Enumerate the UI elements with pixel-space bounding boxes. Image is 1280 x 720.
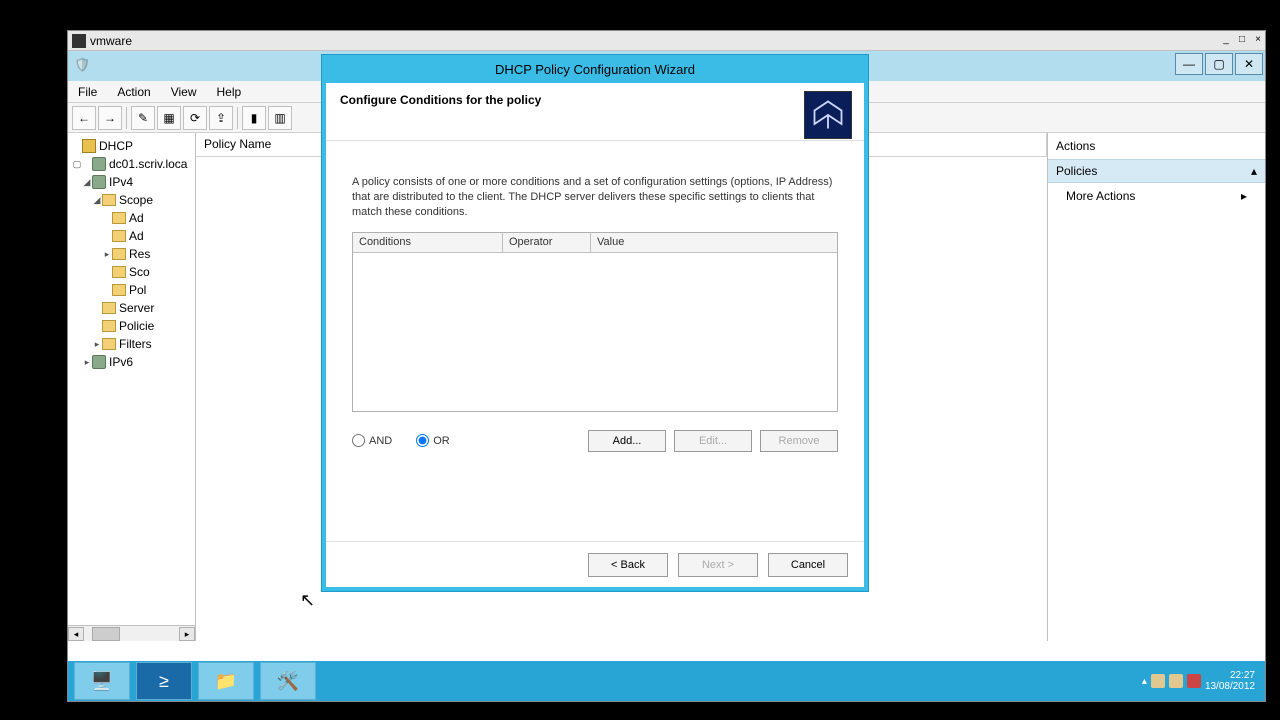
conditions-table: Conditions Operator Value: [352, 232, 838, 412]
vmware-close-icon[interactable]: ×: [1251, 34, 1265, 48]
collapse-icon[interactable]: ▴: [1251, 164, 1257, 178]
folder-icon: [112, 266, 126, 278]
vmware-icon: [72, 34, 86, 48]
vmware-titlebar: vmware _ □ ×: [68, 31, 1265, 51]
folder-icon: [102, 302, 116, 314]
col-policy-name[interactable]: Policy Name: [196, 133, 326, 156]
menu-action[interactable]: Action: [107, 85, 160, 99]
tree-server-options[interactable]: Server: [119, 301, 154, 315]
vmware-title: vmware: [90, 34, 132, 48]
toolbar-back-icon[interactable]: ←: [72, 106, 96, 130]
wizard-heading: Configure Conditions for the policy: [340, 93, 541, 107]
toolbar-export-icon[interactable]: ⇪: [209, 106, 233, 130]
taskbar-explorer-icon[interactable]: 📁: [198, 662, 254, 700]
radio-or[interactable]: OR: [416, 434, 450, 447]
system-tray: ▴ 22:27 13/08/2012: [1142, 670, 1265, 692]
tree-policies[interactable]: Policie: [119, 319, 154, 333]
folder-icon: [112, 212, 126, 224]
remove-button: Remove: [760, 430, 838, 452]
menu-help[interactable]: Help: [207, 85, 252, 99]
actions-pane: Actions Policies ▴ More Actions ▸: [1047, 133, 1265, 641]
wizard-header: Configure Conditions for the policy: [326, 83, 864, 141]
tree-ipv6[interactable]: IPv6: [109, 355, 133, 369]
toolbar-view-icon[interactable]: ▦: [157, 106, 181, 130]
tree-item[interactable]: Ad: [129, 229, 144, 243]
expand-icon[interactable]: ▸: [82, 357, 92, 368]
tree-item[interactable]: Pol: [129, 283, 146, 297]
vmware-min-icon[interactable]: _: [1219, 34, 1233, 48]
actions-more[interactable]: More Actions ▸: [1048, 183, 1265, 209]
ipv6-icon: [92, 355, 106, 369]
toolbar-refresh-icon[interactable]: ⟳: [183, 106, 207, 130]
tree-scope[interactable]: Scope: [119, 193, 153, 207]
tray-icon[interactable]: [1169, 674, 1183, 688]
col-conditions[interactable]: Conditions: [353, 233, 503, 252]
menu-file[interactable]: File: [68, 85, 107, 99]
actions-section[interactable]: Policies ▴: [1048, 159, 1265, 183]
taskbar-server-manager-icon[interactable]: 🖥️: [74, 662, 130, 700]
tree-item[interactable]: Ad: [129, 211, 144, 225]
toolbar-list-icon[interactable]: ▥: [268, 106, 292, 130]
radio-and[interactable]: AND: [352, 434, 392, 447]
toolbar-help-icon[interactable]: ▮: [242, 106, 266, 130]
close-button[interactable]: ✕: [1235, 53, 1263, 75]
folder-icon: [102, 194, 116, 206]
expand-icon[interactable]: ▸: [92, 339, 102, 350]
ipv4-icon: [92, 175, 106, 189]
tree-filters[interactable]: Filters: [119, 337, 152, 351]
tree-item[interactable]: Res: [129, 247, 150, 261]
tree-ipv4[interactable]: IPv4: [109, 175, 133, 189]
taskbar-powershell-icon[interactable]: ≥: [136, 662, 192, 700]
tray-icon[interactable]: [1187, 674, 1201, 688]
tree-item[interactable]: Sco: [129, 265, 150, 279]
back-button[interactable]: < Back: [588, 553, 668, 577]
maximize-button[interactable]: ▢: [1205, 53, 1233, 75]
toolbar-edit-icon[interactable]: ✎: [131, 106, 155, 130]
menu-view[interactable]: View: [161, 85, 207, 99]
taskbar-clock[interactable]: 22:27 13/08/2012: [1205, 670, 1255, 692]
col-operator[interactable]: Operator: [503, 233, 591, 252]
tray-show-hidden-icon[interactable]: ▴: [1142, 676, 1147, 687]
tray-icon[interactable]: [1151, 674, 1165, 688]
tree-scrollbar[interactable]: ◂ ▸: [68, 625, 195, 641]
expand-icon[interactable]: ▸: [102, 249, 112, 260]
server-icon: [92, 157, 106, 171]
dhcp-app-icon: 🛡️: [74, 57, 92, 75]
tree-root[interactable]: DHCP: [99, 139, 133, 153]
edit-button: Edit...: [674, 430, 752, 452]
taskbar: 🖥️ ≥ 📁 🛠️ ▴ 22:27 13/08/2012: [68, 661, 1265, 701]
wizard-header-icon: [804, 91, 852, 139]
chevron-right-icon: ▸: [1241, 189, 1247, 203]
expand-icon[interactable]: ▢: [72, 159, 82, 170]
folder-icon: [112, 248, 126, 260]
vmware-max-icon[interactable]: □: [1235, 34, 1249, 48]
tree-pane: DHCP ▢ dc01.scriv.loca ◢ IPv4 ◢ Scope Ad Ad…: [68, 133, 196, 641]
wizard-title: DHCP Policy Configuration Wizard: [322, 55, 868, 83]
expand-icon[interactable]: ◢: [92, 195, 102, 206]
taskbar-dhcp-icon[interactable]: 🛠️: [260, 662, 316, 700]
cancel-button[interactable]: Cancel: [768, 553, 848, 577]
folder-icon: [102, 320, 116, 332]
folder-icon: [112, 230, 126, 242]
scroll-left-icon[interactable]: ◂: [68, 627, 84, 641]
dhcp-root-icon: [82, 139, 96, 153]
tree-server[interactable]: dc01.scriv.loca: [109, 157, 187, 171]
col-value[interactable]: Value: [591, 233, 837, 252]
next-button: Next >: [678, 553, 758, 577]
actions-title: Actions: [1048, 133, 1265, 159]
scroll-thumb[interactable]: [92, 627, 120, 641]
add-button[interactable]: Add...: [588, 430, 666, 452]
wizard-dialog: DHCP Policy Configuration Wizard Configu…: [322, 55, 868, 591]
folder-icon: [102, 338, 116, 350]
expand-icon[interactable]: ◢: [82, 177, 92, 188]
wizard-description: A policy consists of one or more conditi…: [352, 175, 838, 220]
scroll-right-icon[interactable]: ▸: [179, 627, 195, 641]
toolbar-forward-icon[interactable]: →: [98, 106, 122, 130]
folder-icon: [112, 284, 126, 296]
minimize-button[interactable]: —: [1175, 53, 1203, 75]
wizard-footer: < Back Next > Cancel: [326, 541, 864, 587]
